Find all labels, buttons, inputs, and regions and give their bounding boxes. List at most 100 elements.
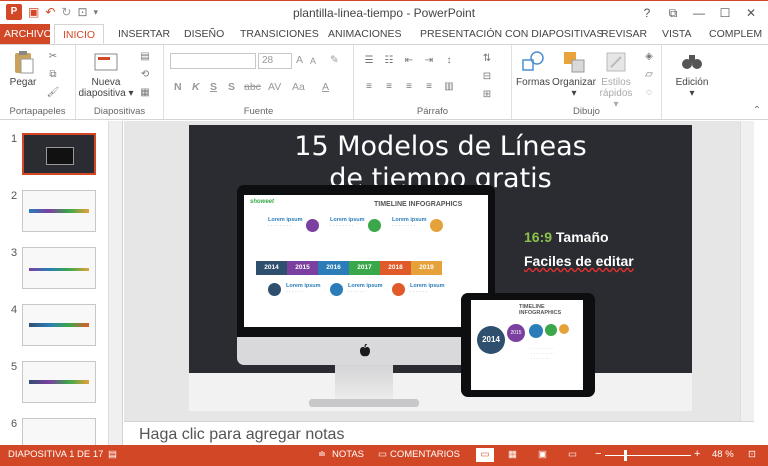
reset-icon[interactable]: ⟲ bbox=[138, 69, 152, 81]
comments-button[interactable]: COMENTARIOS bbox=[390, 449, 460, 460]
slide-canvas[interactable]: 15 Modelos de Líneas de tiempo gratis sh… bbox=[189, 125, 692, 411]
arrange-button[interactable]: Organizar ▾ bbox=[552, 49, 596, 99]
bullets-icon[interactable]: ☰ bbox=[362, 55, 376, 67]
tab-animaciones[interactable]: ANIMACIONES bbox=[320, 24, 410, 44]
copy-icon[interactable]: ⧉ bbox=[46, 69, 60, 81]
smartart-icon[interactable]: ⊞ bbox=[480, 89, 494, 101]
minimize-button[interactable]: — bbox=[686, 4, 712, 22]
tablet-image: TIMELINE INFOGRAPHICS 2014 2015 · · · · … bbox=[461, 293, 595, 397]
fit-to-window-icon[interactable]: ⊡ bbox=[748, 449, 756, 460]
thumb-timeline bbox=[29, 268, 89, 271]
align-center-icon[interactable]: ≡ bbox=[382, 81, 396, 93]
arrange-label-1: Organizar bbox=[552, 77, 596, 88]
increase-indent-icon[interactable]: ⇥ bbox=[422, 55, 436, 67]
font-size-select[interactable]: 28 bbox=[258, 53, 292, 69]
slide-thumbnail-1[interactable] bbox=[22, 133, 96, 175]
tab-revisar[interactable]: REVISAR bbox=[593, 24, 655, 44]
tablet-pin bbox=[559, 324, 569, 334]
close-button[interactable]: ✕ bbox=[738, 4, 764, 22]
clear-format-icon[interactable]: ✎ bbox=[330, 54, 339, 66]
tab-vista[interactable]: VISTA bbox=[654, 24, 700, 44]
align-text-icon[interactable]: ⊟ bbox=[480, 71, 494, 83]
infographic-title: TIMELINE INFOGRAPHICS bbox=[374, 201, 463, 208]
font-color-button[interactable]: A bbox=[322, 81, 329, 93]
change-case-button[interactable]: Aa bbox=[292, 81, 305, 93]
numbering-icon[interactable]: ☷ bbox=[382, 55, 396, 67]
notes-pane[interactable]: Haga clic para agregar notas bbox=[124, 421, 754, 445]
tab-complementos[interactable]: COMPLEM bbox=[701, 24, 768, 44]
reading-view-icon[interactable]: ▣ bbox=[538, 449, 547, 460]
timeline-item: Lorem ipsum · · · · · · bbox=[410, 283, 445, 295]
layout-icon[interactable]: ▤ bbox=[138, 51, 152, 63]
normal-view-icon[interactable]: ▭ bbox=[476, 448, 494, 462]
notes-button[interactable]: NOTAS bbox=[332, 449, 364, 460]
zoom-slider-handle[interactable] bbox=[624, 450, 627, 461]
maximize-button[interactable]: ☐ bbox=[712, 4, 738, 22]
tablet-year-pin: 2014 bbox=[477, 326, 505, 354]
underline-button[interactable]: S bbox=[210, 81, 217, 93]
editing-button[interactable]: Edición ▾ bbox=[670, 49, 714, 99]
comments-icon[interactable]: ▭ bbox=[378, 449, 387, 460]
slide-thumbnail-2[interactable] bbox=[22, 190, 96, 232]
grow-font-icon[interactable]: A bbox=[296, 54, 303, 66]
monitor-image: showeet TIMELINE INFOGRAPHICS Lorem ipsu… bbox=[237, 185, 495, 365]
paste-button[interactable]: Pegar bbox=[6, 49, 40, 88]
columns-icon[interactable]: ▥ bbox=[442, 81, 456, 93]
font-family-select[interactable] bbox=[170, 53, 256, 69]
align-right-icon[interactable]: ≡ bbox=[402, 81, 416, 93]
zoom-out-button[interactable]: − bbox=[595, 448, 601, 460]
help-button[interactable]: ? bbox=[634, 4, 660, 22]
edit-text: Faciles de editar bbox=[524, 253, 634, 269]
slide-area-scrollbar[interactable] bbox=[740, 121, 754, 421]
zoom-slider[interactable] bbox=[605, 455, 691, 456]
shadow-button[interactable]: S bbox=[228, 81, 235, 93]
ribbon: Pegar ✂ ⧉ 🖌 Portapapeles Nueva diapositi… bbox=[0, 44, 768, 120]
bold-button[interactable]: N bbox=[174, 81, 182, 93]
slide-thumbnail-3[interactable] bbox=[22, 247, 96, 289]
thumb-number: 6 bbox=[11, 418, 18, 430]
justify-icon[interactable]: ≡ bbox=[422, 81, 436, 93]
char-spacing-button[interactable]: AV bbox=[268, 81, 281, 93]
apple-logo-icon bbox=[360, 344, 370, 357]
timeline-item: Lorem ipsum · · · · · · · · bbox=[268, 217, 303, 229]
shape-outline-icon[interactable]: ▱ bbox=[642, 69, 656, 81]
zoom-level[interactable]: 48 % bbox=[712, 449, 734, 460]
quick-styles-button[interactable]: Estilos rápidos ▾ bbox=[596, 49, 636, 110]
text-direction-icon[interactable]: ⇅ bbox=[480, 53, 494, 65]
notes-toggle-icon[interactable]: ≐ bbox=[318, 449, 326, 460]
thumbnails-scrollbar[interactable] bbox=[108, 121, 122, 445]
cut-icon[interactable]: ✂ bbox=[46, 51, 60, 63]
strikethrough-button[interactable]: abc bbox=[244, 81, 261, 93]
shrink-font-icon[interactable]: A bbox=[310, 56, 316, 66]
tablet-pin bbox=[529, 324, 543, 338]
tab-insertar[interactable]: INSERTAR bbox=[110, 24, 178, 44]
line-spacing-icon[interactable]: ↕ bbox=[442, 55, 456, 67]
ribbon-display-options-button[interactable]: ⧉ bbox=[660, 4, 686, 22]
align-left-icon[interactable]: ≡ bbox=[362, 81, 376, 93]
italic-button[interactable]: K bbox=[192, 81, 200, 93]
tab-diseno[interactable]: DISEÑO bbox=[176, 24, 232, 44]
collapse-ribbon-icon[interactable]: ⌃ bbox=[750, 105, 764, 117]
slide-thumbnail-5[interactable] bbox=[22, 361, 96, 403]
shape-effects-icon[interactable]: ◌ bbox=[642, 87, 656, 99]
ribbon-tabs: ARCHIVO INICIO INSERTAR DISEÑO TRANSICIO… bbox=[0, 24, 768, 44]
section-icon[interactable]: ▦ bbox=[138, 87, 152, 99]
zoom-in-button[interactable]: + bbox=[694, 448, 700, 460]
decrease-indent-icon[interactable]: ⇤ bbox=[402, 55, 416, 67]
tab-presentacion[interactable]: PRESENTACIÓN CON DIAPOSITIVAS bbox=[412, 24, 611, 44]
slideshow-icon[interactable]: ▭ bbox=[568, 449, 577, 460]
slide-sorter-icon[interactable]: ▦ bbox=[508, 449, 517, 460]
new-slide-button[interactable]: Nueva diapositiva ▾ bbox=[78, 49, 134, 99]
slide-thumbnail-6[interactable] bbox=[22, 418, 96, 445]
tab-inicio[interactable]: INICIO bbox=[54, 24, 105, 44]
shape-fill-icon[interactable]: ◈ bbox=[642, 51, 656, 63]
timeline-item: Lorem ipsum · · · · · · · · bbox=[330, 217, 365, 229]
group-dibujo: Formas Organizar ▾ Estilos rápidos ▾ ◈ ▱… bbox=[512, 45, 662, 119]
binoculars-icon bbox=[682, 55, 702, 69]
slide-thumbnail-4[interactable] bbox=[22, 304, 96, 346]
tab-archivo[interactable]: ARCHIVO bbox=[0, 24, 52, 44]
tab-transiciones[interactable]: TRANSICIONES bbox=[232, 24, 327, 44]
format-painter-icon[interactable]: 🖌 bbox=[46, 87, 60, 99]
shapes-button[interactable]: Formas bbox=[514, 49, 552, 88]
spell-check-icon[interactable]: ▤ bbox=[108, 449, 117, 460]
